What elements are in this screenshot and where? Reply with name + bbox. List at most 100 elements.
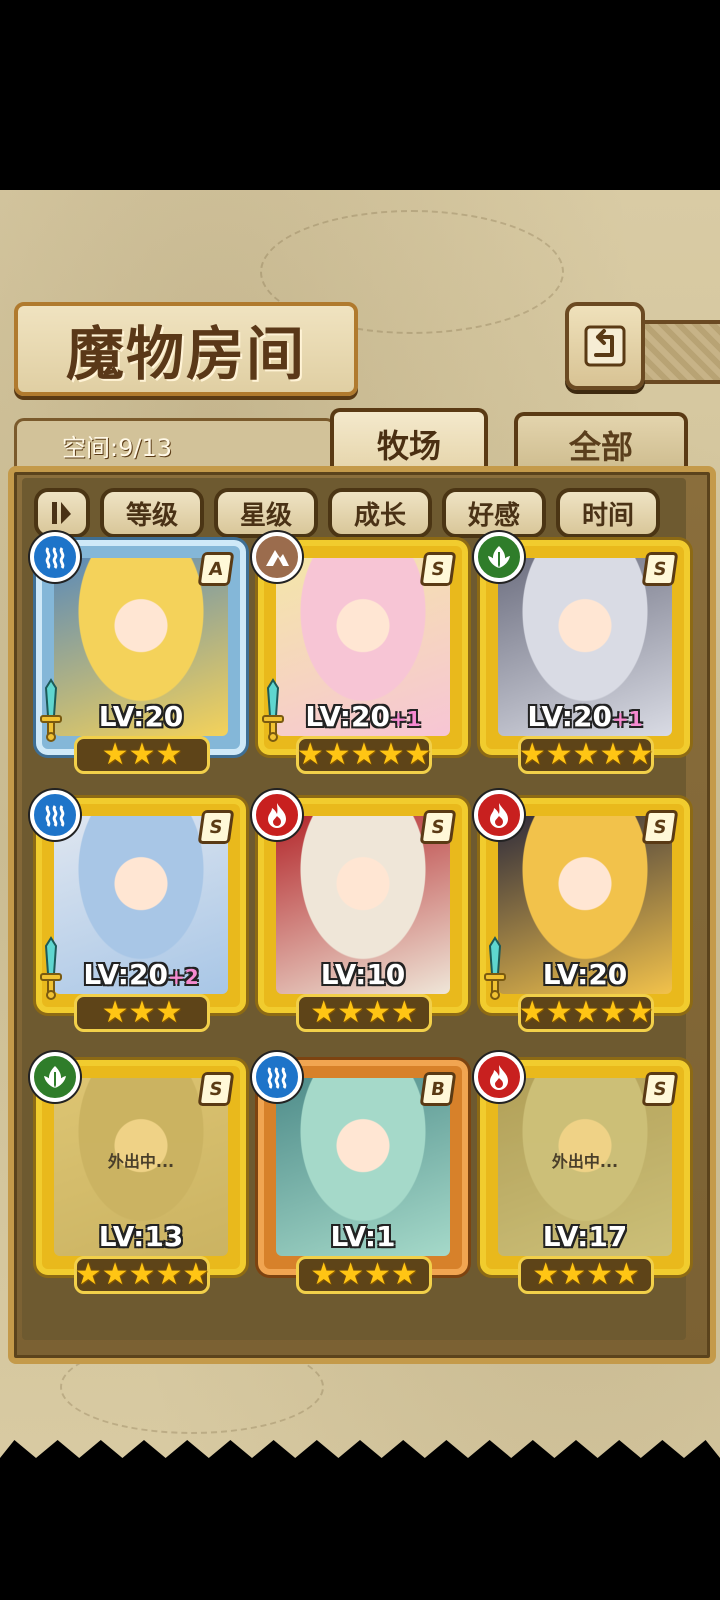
star-icon: ★ [337, 1257, 364, 1292]
star-icon: ★ [101, 995, 129, 1030]
sword-icon [38, 678, 64, 742]
star-icon: ★ [572, 737, 600, 772]
tab-all[interactable]: 全部 [514, 412, 688, 474]
fire-icon [474, 790, 524, 840]
level-label: LV:1 [330, 1220, 396, 1253]
level-bonus: +1 [611, 707, 643, 731]
rank-badge: B [419, 1072, 457, 1106]
star-icon: ★ [155, 737, 183, 772]
level-label: LV:20+1 [305, 700, 421, 733]
rank-badge: S [641, 1072, 679, 1106]
sword-icon [482, 936, 508, 1000]
rank-badge: S [197, 1072, 235, 1106]
star-icon: ★ [390, 1257, 418, 1292]
star-icon: ★ [572, 995, 600, 1030]
level-label: LV:10 [320, 958, 406, 991]
away-status: 外出中... [551, 1152, 619, 1171]
star-icon: ★ [364, 1257, 391, 1292]
star-icon: ★ [586, 1257, 613, 1292]
level-bonus: +2 [167, 965, 199, 989]
level-label: LV:17 [542, 1220, 628, 1253]
header-stripe [637, 320, 720, 384]
star-icon: ★ [74, 1257, 102, 1292]
monster-card[interactable]: S LV:20+1 ★ ★ ★ ★ ★ [252, 532, 468, 780]
star-icon: ★ [296, 737, 324, 772]
filter-affection-button[interactable]: 好感 [442, 488, 546, 538]
rank-badge: A [197, 552, 235, 586]
monster-card[interactable]: A LV:20 ★ ★ ★ [30, 532, 246, 780]
level-label: LV:20 [98, 700, 184, 733]
star-icon: ★ [545, 737, 573, 772]
star-icon: ★ [599, 737, 627, 772]
star-icon: ★ [559, 1257, 586, 1292]
monster-card[interactable]: B LV:1 ★ ★ ★ ★ [252, 1052, 468, 1300]
star-icon: ★ [599, 995, 627, 1030]
star-icon: ★ [377, 737, 405, 772]
monster-card[interactable]: S LV:20 ★ ★ ★ ★ ★ [474, 790, 690, 1038]
star-rating: ★ ★ ★ [74, 736, 210, 774]
page-title: 魔物房间 [65, 320, 306, 388]
star-icon: ★ [182, 1257, 210, 1292]
level-bonus: +1 [389, 707, 421, 731]
star-rating: ★ ★ ★ ★ ★ [518, 994, 654, 1032]
star-rating: ★ ★ ★ [74, 994, 210, 1032]
monster-card[interactable]: S 外出中... LV:17 ★ ★ ★ ★ [474, 1052, 690, 1300]
water-icon [30, 790, 80, 840]
level-label: LV:20+2 [83, 958, 199, 991]
star-icon: ★ [323, 737, 351, 772]
star-icon: ★ [310, 995, 338, 1030]
star-icon: ★ [390, 995, 418, 1030]
level-label: LV:20+1 [527, 700, 643, 733]
star-icon: ★ [155, 995, 183, 1030]
star-icon: ★ [518, 737, 546, 772]
star-icon: ★ [532, 1257, 560, 1292]
star-icon: ★ [310, 1257, 338, 1292]
star-rating: ★ ★ ★ ★ [296, 1256, 432, 1294]
filter-time-button[interactable]: 时间 [556, 488, 660, 538]
star-icon: ★ [518, 995, 546, 1030]
filter-bar: 等级 星级 成长 好感 时间 [30, 488, 690, 544]
filter-star-button[interactable]: 星级 [214, 488, 318, 538]
filter-level-button[interactable]: 等级 [100, 488, 204, 538]
rank-badge: S [419, 552, 457, 586]
star-icon: ★ [128, 1257, 156, 1292]
star-rating: ★ ★ ★ ★ ★ [74, 1256, 210, 1294]
monster-card[interactable]: S LV:10 ★ ★ ★ ★ [252, 790, 468, 1038]
level-label: LV:20 [542, 958, 628, 991]
nature-icon [474, 532, 524, 582]
earth-icon [252, 532, 302, 582]
title-plate: 魔物房间 [14, 302, 358, 396]
filter-growth-button[interactable]: 成长 [328, 488, 432, 538]
star-icon: ★ [545, 995, 573, 1030]
water-icon [252, 1052, 302, 1102]
star-icon: ★ [155, 1257, 183, 1292]
star-icon: ★ [404, 737, 432, 772]
sword-icon [38, 936, 64, 1000]
fire-icon [252, 790, 302, 840]
star-rating: ★ ★ ★ ★ [296, 994, 432, 1032]
nature-icon [30, 1052, 80, 1102]
star-icon: ★ [626, 737, 654, 772]
space-count: 空间:9/13 [62, 434, 172, 462]
star-icon: ★ [101, 1257, 129, 1292]
star-icon: ★ [128, 737, 156, 772]
level-label: LV:13 [98, 1220, 184, 1253]
away-status: 外出中... [107, 1152, 175, 1171]
monster-card[interactable]: S LV:20+2 ★ ★ ★ [30, 790, 246, 1038]
rank-badge: S [641, 552, 679, 586]
sort-icon [52, 502, 71, 524]
star-icon: ★ [128, 995, 156, 1030]
star-rating: ★ ★ ★ ★ ★ [296, 736, 432, 774]
fire-icon [474, 1052, 524, 1102]
monster-card[interactable]: S LV:20+1 ★ ★ ★ ★ ★ [474, 532, 690, 780]
star-rating: ★ ★ ★ ★ ★ [518, 736, 654, 774]
star-icon: ★ [350, 737, 378, 772]
back-button[interactable] [565, 302, 645, 390]
sword-icon [260, 678, 286, 742]
monster-card[interactable]: S 外出中... LV:13 ★ ★ ★ ★ ★ [30, 1052, 246, 1300]
star-icon: ★ [364, 995, 391, 1030]
sort-order-button[interactable] [34, 488, 90, 538]
rank-badge: S [641, 810, 679, 844]
return-icon [584, 325, 626, 367]
star-rating: ★ ★ ★ ★ [518, 1256, 654, 1294]
